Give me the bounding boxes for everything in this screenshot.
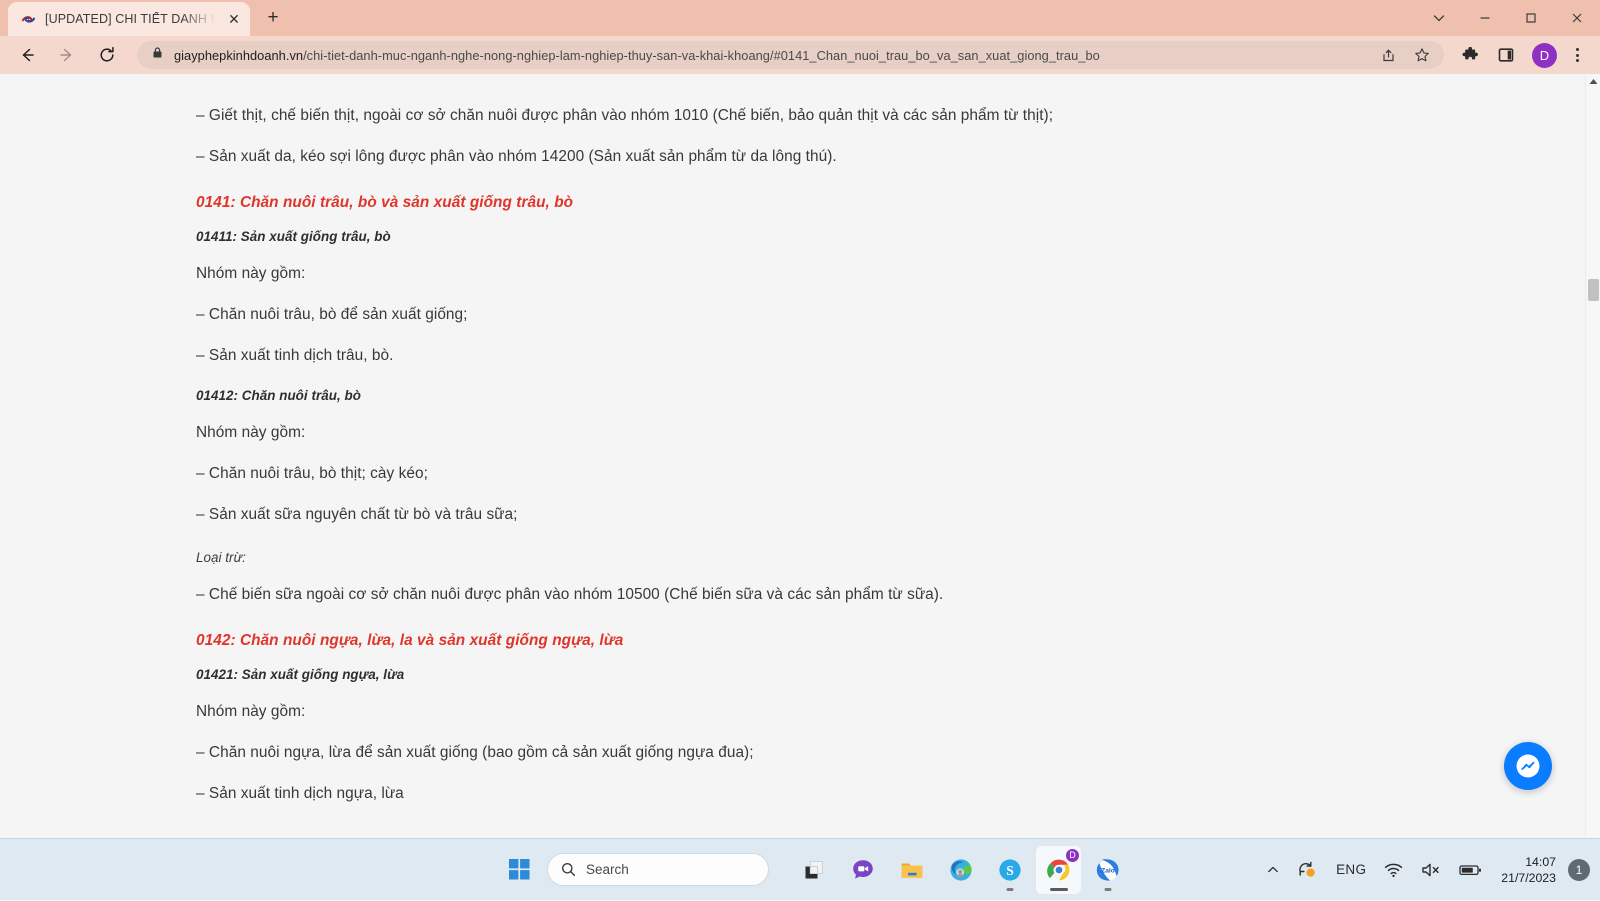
bookmark-star-icon[interactable]: [1410, 43, 1434, 67]
extensions-puzzle-icon[interactable]: [1456, 41, 1484, 69]
exclusion-label: Loại trừ:: [196, 536, 1056, 575]
tray-language-indicator[interactable]: ENG: [1327, 848, 1375, 892]
body-paragraph: – Sản xuất tinh dịch trâu, bò.: [196, 336, 1056, 377]
maximize-button[interactable]: [1508, 0, 1554, 36]
system-tray: ENG 14:07 21/7/2023 1: [1258, 839, 1590, 901]
body-paragraph: – Chăn nuôi ngựa, lừa để sản xuất giống …: [196, 733, 1056, 774]
back-button[interactable]: [12, 40, 42, 70]
taskbar-active-indicator: [1050, 888, 1068, 891]
taskbar-running-indicator: [1006, 888, 1013, 891]
browser-tab[interactable]: [UPDATED] CHI TIẾT DANH MỤC ✕: [8, 2, 250, 36]
menu-dot: [1576, 54, 1579, 57]
skype-icon: S: [997, 857, 1023, 883]
subsection-heading: 01412: Chăn nuôi trâu, bò: [196, 377, 1056, 413]
three-dot-menu-icon[interactable]: [1564, 41, 1590, 69]
body-paragraph: – Sản xuất da, kéo sợi lông được phân và…: [196, 137, 1056, 178]
url-path: /chi-tiet-danh-muc-nganh-nghe-nong-nghie…: [303, 48, 1100, 63]
messenger-chat-button[interactable]: [1504, 742, 1552, 790]
windows-taskbar: Search: [0, 838, 1600, 900]
windows-start-icon: [509, 859, 530, 880]
body-paragraph: Nhóm này gồm:: [196, 254, 1056, 295]
close-window-button[interactable]: [1554, 0, 1600, 36]
reload-button[interactable]: [92, 40, 122, 70]
notification-badge[interactable]: 1: [1568, 859, 1590, 881]
clock-time: 14:07: [1525, 854, 1556, 870]
taskbar-app-skype[interactable]: S: [987, 846, 1032, 894]
taskbar-app-chrome[interactable]: D: [1036, 846, 1081, 894]
window-controls: [1416, 0, 1600, 36]
clock-date: 21/7/2023: [1501, 870, 1556, 886]
body-paragraph: – Chăn nuôi trâu, bò thịt; cày kéo;: [196, 454, 1056, 495]
subsection-heading: 01421: Sản xuất giống ngựa, lừa: [196, 656, 1056, 692]
address-bar[interactable]: giayphepkinhdoanh.vn/chi-tiet-danh-muc-n…: [137, 41, 1444, 69]
body-paragraph: – Sản xuất sữa nguyên chất từ bò và trâu…: [196, 495, 1056, 536]
tray-overflow-chevron-icon[interactable]: [1258, 848, 1288, 892]
taskbar-app-chat[interactable]: [840, 846, 885, 894]
volume-muted-icon[interactable]: [1412, 848, 1450, 892]
tab-search-chevron-icon[interactable]: [1416, 0, 1462, 36]
url-text: giayphepkinhdoanh.vn/chi-tiet-danh-muc-n…: [174, 48, 1366, 63]
forward-button[interactable]: [52, 40, 82, 70]
page-scrollbar[interactable]: [1585, 74, 1600, 838]
taskbar-search-box[interactable]: Search: [547, 853, 769, 886]
browser-window: [UPDATED] CHI TIẾT DANH MỤC ✕ +: [0, 0, 1600, 838]
menu-dot: [1576, 48, 1579, 51]
url-host: giayphepkinhdoanh.vn: [174, 48, 303, 63]
search-icon: [561, 862, 576, 877]
tab-close-icon[interactable]: ✕: [224, 9, 244, 29]
share-icon[interactable]: [1376, 43, 1400, 67]
lock-icon: [151, 46, 164, 64]
onedrive-sync-icon[interactable]: [1288, 848, 1327, 892]
minimize-button[interactable]: [1462, 0, 1508, 36]
folder-icon: [899, 857, 925, 883]
taskbar-app-file-explorer-dark[interactable]: [791, 846, 836, 894]
chrome-profile-badge: D: [1066, 849, 1079, 862]
chat-bubble-icon: [850, 857, 876, 883]
edge-icon: [948, 857, 974, 883]
tab-title: [UPDATED] CHI TIẾT DANH MỤC: [45, 12, 216, 26]
scrollbar-thumb[interactable]: [1588, 279, 1599, 301]
messenger-chat-icon: [1514, 752, 1542, 780]
page-viewport: – Giết thịt, chế biến thịt, ngoài cơ sở …: [0, 74, 1600, 838]
windows-start-button[interactable]: [497, 846, 541, 894]
body-paragraph: – Chăn nuôi trâu, bò để sản xuất giống;: [196, 295, 1056, 336]
taskbar-running-indicator: [1104, 888, 1111, 891]
zalo-icon: Zalo: [1095, 857, 1121, 883]
new-tab-button[interactable]: +: [258, 3, 288, 33]
side-panel-icon[interactable]: [1492, 41, 1520, 69]
taskbar-center-group: Search: [497, 846, 1130, 894]
taskbar-app-zalo[interactable]: Zalo: [1085, 846, 1130, 894]
body-paragraph: Nhóm này gồm:: [196, 413, 1056, 454]
battery-icon[interactable]: [1450, 848, 1491, 892]
body-paragraph: Nhóm này gồm:: [196, 692, 1056, 733]
svg-text:Zalo: Zalo: [1101, 867, 1115, 874]
taskbar-app-edge[interactable]: [938, 846, 983, 894]
svg-text:S: S: [1006, 863, 1014, 878]
section-heading: 0141: Chăn nuôi trâu, bò và sản xuất giố…: [196, 178, 1056, 218]
stacked-squares-icon: [801, 857, 827, 883]
page-content: – Giết thịt, chế biến thịt, ngoài cơ sở …: [0, 74, 1551, 815]
search-placeholder: Search: [586, 862, 629, 877]
tab-strip: [UPDATED] CHI TIẾT DANH MỤC ✕ +: [0, 0, 1600, 36]
taskbar-app-file-explorer[interactable]: [889, 846, 934, 894]
menu-dot: [1576, 59, 1579, 62]
scroll-up-arrow-icon[interactable]: [1586, 74, 1600, 89]
body-paragraph: – Chế biến sữa ngoài cơ sở chăn nuôi đượ…: [196, 575, 1056, 616]
site-favicon: [20, 11, 37, 28]
browser-toolbar: giayphepkinhdoanh.vn/chi-tiet-danh-muc-n…: [0, 36, 1600, 74]
subsection-heading: 01411: Sản xuất giống trâu, bò: [196, 218, 1056, 254]
section-heading: 0142: Chăn nuôi ngựa, lừa, la và sản xuấ…: [196, 616, 1056, 656]
profile-avatar[interactable]: D: [1532, 43, 1557, 68]
taskbar-clock[interactable]: 14:07 21/7/2023: [1491, 848, 1564, 892]
body-paragraph: – Sản xuất tinh dịch ngựa, lừa: [196, 774, 1056, 815]
body-paragraph: – Giết thịt, chế biến thịt, ngoài cơ sở …: [196, 96, 1056, 137]
wifi-icon[interactable]: [1375, 848, 1412, 892]
